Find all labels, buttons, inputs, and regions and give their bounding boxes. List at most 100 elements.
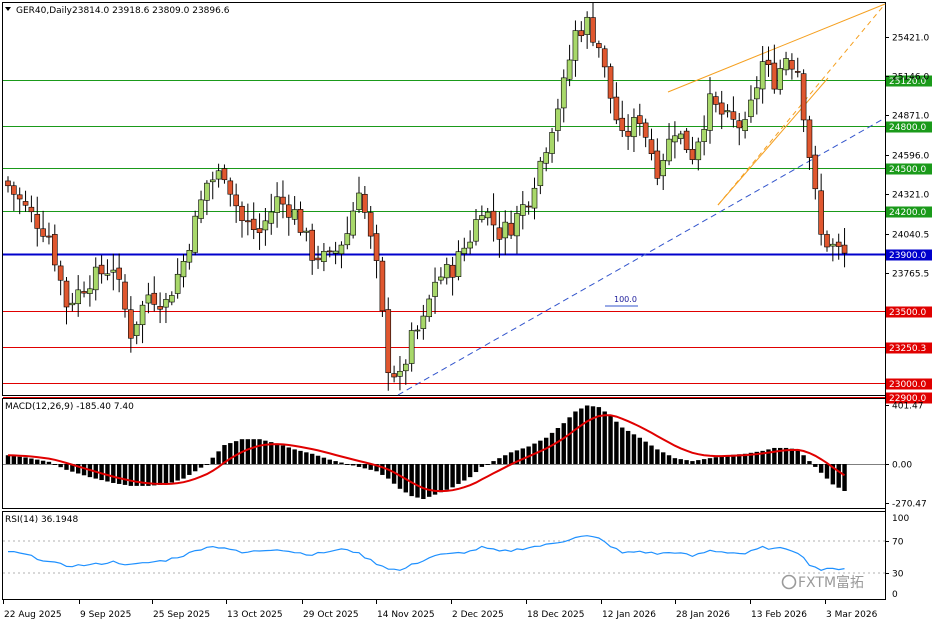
macd-bar (175, 464, 180, 481)
macd-bar (116, 464, 122, 484)
macd-title: MACD(12,26,9) -185.40 7.40 (5, 402, 134, 412)
macd-bar (772, 447, 777, 464)
candle-body (742, 119, 748, 132)
candle-body (239, 205, 245, 221)
macd-bar (625, 430, 631, 464)
macd-bar (584, 405, 590, 464)
svg-text:FXTM富拓: FXTM富拓 (798, 574, 864, 591)
candle-body (590, 17, 596, 43)
candle-body (543, 152, 550, 164)
macd-bar (228, 443, 233, 464)
macd-bar (684, 460, 689, 464)
candle-body (625, 130, 631, 137)
macd-bar (421, 464, 426, 500)
candle-body (98, 264, 105, 275)
candle-body (525, 205, 532, 208)
candle-body (192, 215, 198, 253)
macd-bar (666, 455, 672, 464)
candle-body (531, 187, 538, 209)
macd-bar (456, 464, 461, 484)
candle-body (730, 111, 737, 120)
macd-bar (807, 461, 812, 464)
candle-body (438, 276, 444, 281)
macd-bar (269, 442, 274, 464)
macd-bar (52, 464, 57, 465)
macd-bar (210, 457, 215, 464)
date-tick-label: 13 Oct 2025 (227, 610, 283, 620)
candle-body (110, 269, 117, 273)
macd-bar (637, 437, 642, 464)
macd-bar (204, 464, 210, 465)
candle-body (133, 324, 140, 336)
macd-bar (497, 458, 502, 464)
rsi-tick-label: 70 (892, 538, 904, 548)
macd-bar (631, 434, 637, 464)
date-axis: 22 Aug 2025 9 Sep 2025 25 Sep 2025 13 Oct 2… (3, 600, 878, 620)
macd-bar (64, 464, 69, 470)
candle-body (672, 135, 678, 143)
candle-body (461, 247, 468, 254)
candle-body (555, 108, 561, 131)
candle-body (631, 117, 637, 138)
collapse-triangle-icon[interactable] (5, 7, 11, 11)
macd-bar (573, 411, 578, 464)
macd-bar (339, 462, 344, 464)
candle-body (297, 209, 304, 233)
candle-body (484, 211, 491, 219)
macd-bar (473, 464, 479, 473)
macd-bar (707, 458, 713, 464)
candle-body (75, 289, 81, 305)
candle-body (402, 363, 409, 372)
candle-body (824, 234, 830, 248)
candle-body (549, 132, 555, 154)
date-tick-label: 3 Mar 2026 (826, 610, 878, 620)
candle-body (560, 77, 567, 109)
trendlines (397, 3, 886, 396)
macd-bar (590, 406, 596, 464)
macd-bar (35, 459, 40, 464)
macd-bar (350, 464, 356, 466)
candle-body (578, 30, 585, 37)
candle-body (180, 261, 187, 278)
date-tick-label: 2 Dec 2025 (452, 610, 504, 620)
candle-body (63, 280, 70, 308)
price-tick-label: 23765.5 (892, 270, 929, 280)
level-badge-label: 23500.0 (889, 308, 926, 318)
candle-body (572, 30, 579, 61)
macd-bar (503, 455, 508, 464)
macd-bar (280, 445, 286, 464)
macd-bar (544, 437, 549, 464)
candle-body (835, 241, 842, 247)
candle-body (502, 221, 509, 239)
candle-body (139, 304, 146, 326)
candle-body (701, 129, 707, 142)
price-tick-label: 25146.0 (892, 73, 929, 83)
macd-bar (450, 464, 455, 488)
price-tick-label: 25421.0 (892, 34, 929, 44)
macd-bar (801, 455, 806, 464)
candle-body (841, 244, 848, 254)
candle-body (256, 228, 263, 234)
candle-body (11, 185, 17, 195)
candle-body (584, 16, 590, 35)
macd-bar (245, 439, 251, 464)
candle-body (800, 73, 807, 121)
fib-label: 100.0 (614, 295, 637, 304)
macd-bar (292, 449, 297, 464)
candle-body (490, 210, 497, 226)
macd-tick-label: -270.47 (892, 500, 927, 510)
macd-bar (40, 460, 46, 464)
candle-body (654, 150, 661, 179)
price-panel (2, 2, 886, 396)
candle-body (280, 196, 286, 205)
candle-body (420, 315, 427, 329)
macd-bar (169, 464, 174, 483)
macd-bar (842, 464, 847, 491)
candle-body (724, 110, 731, 113)
candle-body (169, 295, 175, 303)
date-tick-label: 22 Aug 2025 (4, 610, 62, 620)
macd-bar (409, 464, 414, 497)
candle-body (69, 302, 76, 306)
macd-bar (713, 457, 719, 464)
candle-body (344, 233, 351, 246)
